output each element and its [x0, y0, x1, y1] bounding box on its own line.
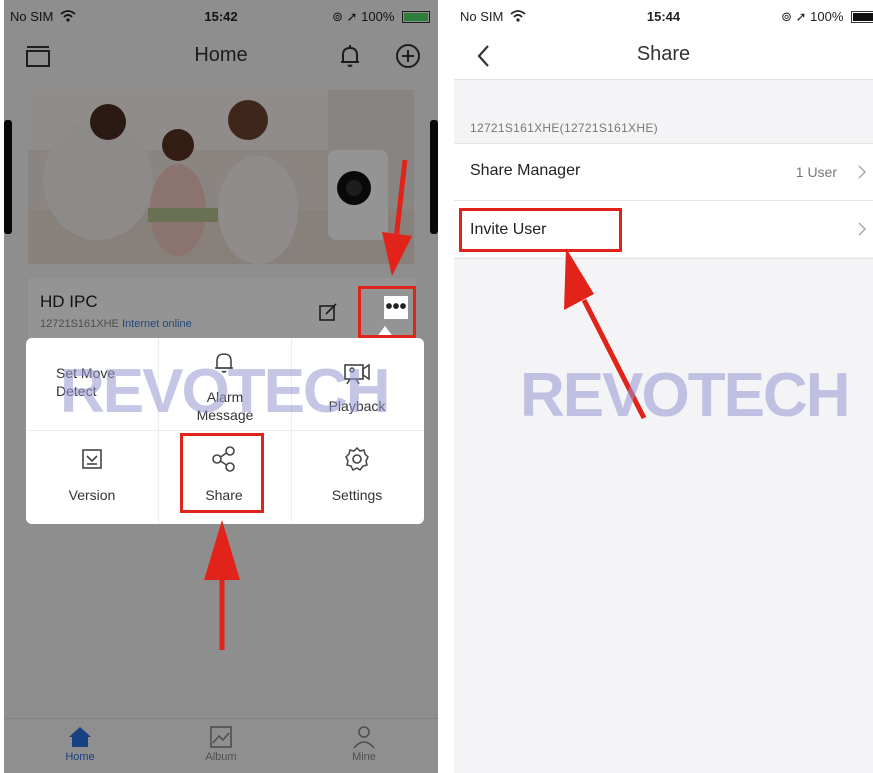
arrow-head-icon — [382, 232, 412, 276]
annotation-arrows — [564, 248, 647, 420]
arrow-head-icon — [204, 520, 240, 580]
arrow-head-icon — [564, 248, 594, 310]
right-phone-screen: No SIM 15:44 ⊚ ➚ 100% Share 12721S161XHE… — [454, 0, 873, 773]
left-phone-screen: No SIM 15:42 ⊚ ➚ 100% Home HD IPC 12721S… — [4, 0, 438, 773]
screen-gap — [438, 0, 454, 773]
annotation-arrows — [204, 159, 412, 650]
